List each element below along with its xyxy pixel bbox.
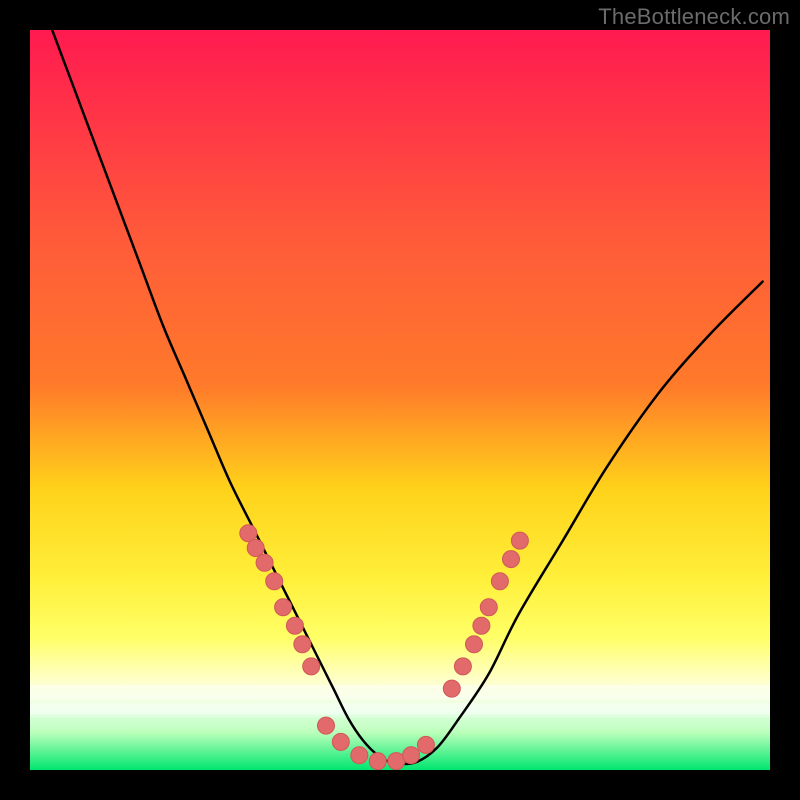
data-marker [318, 717, 335, 734]
data-marker [511, 532, 528, 549]
data-marker [443, 680, 460, 697]
data-marker [286, 617, 303, 634]
outer-frame: TheBottleneck.com [0, 0, 800, 800]
data-marker [332, 733, 349, 750]
data-marker [256, 554, 273, 571]
data-marker [403, 747, 420, 764]
data-marker [473, 617, 490, 634]
data-marker [275, 599, 292, 616]
data-marker [417, 736, 434, 753]
data-marker [266, 573, 283, 590]
data-marker [303, 658, 320, 675]
data-marker [294, 636, 311, 653]
data-marker [369, 753, 386, 770]
data-marker [480, 599, 497, 616]
data-marker [466, 636, 483, 653]
data-marker [503, 551, 520, 568]
data-marker [491, 573, 508, 590]
bottleneck-chart [30, 30, 770, 770]
watermark-text: TheBottleneck.com [598, 4, 790, 30]
data-marker [454, 658, 471, 675]
chart-container [30, 30, 770, 770]
data-marker [247, 540, 264, 557]
data-marker [351, 747, 368, 764]
